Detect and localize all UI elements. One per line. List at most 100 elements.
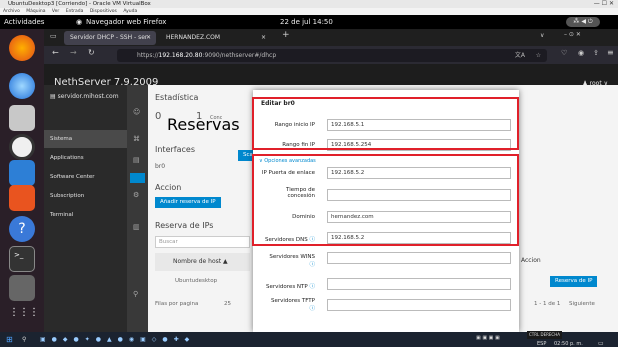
tab-hernandez[interactable]: HERNANDEZ.COM × (160, 31, 272, 45)
menu-ayuda[interactable]: Ayuda (123, 9, 137, 14)
add-reservation-button[interactable]: Añadir reserva de IP (155, 197, 221, 208)
host-selector[interactable]: ▤ servidor.mihost.com (44, 85, 127, 108)
drive-icon[interactable] (9, 275, 35, 301)
notifications-icon[interactable]: ▭ (598, 336, 604, 347)
tab-label: HERNANDEZ.COM (166, 34, 221, 41)
wins-label: Servidores WINS ⓘ (257, 254, 315, 268)
row-reservation-button[interactable]: Reserva de IP (550, 276, 598, 287)
network-icon[interactable]: ⌘ (133, 135, 140, 143)
sidebar-item-sistema[interactable]: Sistema (44, 130, 127, 148)
search-input[interactable]: Buscar (155, 236, 250, 248)
firefox-icon[interactable] (9, 35, 35, 61)
firefox-navbar: ← → ↻ https://192.168.20.80:9090/nethser… (44, 46, 618, 64)
ntp-label-text: Servidores NTP (266, 284, 308, 290)
search-icon[interactable]: ⚲ (22, 332, 26, 347)
system-clock[interactable]: 02:50 p. m. (554, 337, 583, 347)
users-icon[interactable]: ☺ (133, 108, 140, 116)
rows-per-page-select[interactable]: 25 (224, 301, 231, 307)
clock[interactable]: 22 de jul 14:50 (280, 15, 333, 29)
ntp-label: Servidores NTP ⓘ (257, 282, 315, 290)
host-taskbar: ⊞ ⚲ ▣●◆●✦●▲●◉▣◇●✚◆ ▣ ▣ ▣ ▣ CTRL DERECHA … (0, 331, 618, 347)
concesiones-label: Concesiones (210, 115, 222, 121)
translate-icon[interactable]: 文A (515, 49, 525, 62)
rows-per-page-label: Filas por pagina (155, 301, 199, 307)
language-indicator[interactable]: ESP (537, 337, 546, 347)
account-icon[interactable]: ◉ (578, 49, 584, 57)
storage-icon[interactable]: ▤ (133, 156, 140, 164)
wins-input[interactable] (327, 252, 511, 264)
windows-start-icon[interactable]: ⊞ (6, 332, 13, 347)
files-icon[interactable] (9, 105, 35, 131)
window-title: UbuntuDesktop3 [Corriendo] - Oracle VM V… (8, 1, 151, 7)
nethserver-sidebar: Sistema Applications Software Center Sub… (44, 108, 127, 332)
system-menu[interactable]: ⁂ ◀ ⏻ (566, 17, 600, 27)
menu-icon[interactable]: ≡ (607, 48, 614, 57)
sidebar-item-subscription[interactable]: Subscription (44, 187, 127, 205)
rhythmbox-icon[interactable] (9, 134, 35, 160)
terminal-icon[interactable]: >_ (9, 246, 35, 272)
column-header-accion: Accion (521, 257, 541, 264)
tab-servidor-dhcp[interactable]: Servidor DHCP - SSH - ser ✕ (64, 31, 156, 45)
bookmark-star-icon[interactable]: ☆ (536, 49, 541, 62)
firefox-app-icon: ◉ (76, 18, 83, 26)
settings-icon[interactable]: ⚙ (133, 191, 139, 199)
next-page-button[interactable]: Siguiente (569, 301, 595, 307)
concesiones-count: 1 (196, 111, 203, 122)
menu-ver[interactable]: Ver (52, 9, 59, 14)
column-header-hostname[interactable]: Nombre de host ▲ (155, 253, 250, 271)
window-controls[interactable]: — ☐ ✕ (594, 0, 614, 8)
search-icon[interactable]: ⚲ (133, 290, 138, 298)
share-icon[interactable]: ⇪ (593, 49, 599, 57)
info-icon[interactable]: ⓘ (309, 306, 315, 312)
shell-icon[interactable]: ▥ (133, 223, 140, 231)
dhcp-icon[interactable] (130, 173, 145, 183)
info-icon[interactable]: ⓘ (309, 262, 315, 268)
interface-br0: br0 (155, 163, 166, 170)
url-bar[interactable]: https://192.168.20.80:9090/nethserver#/d… (117, 49, 547, 62)
url-host: 192.168.20.80 (158, 52, 203, 59)
url-path: :9090/nethserver#/dhcp (202, 52, 277, 59)
highlight-advanced-box (252, 154, 519, 246)
info-icon[interactable]: ⓘ (309, 284, 315, 290)
sidebar-item-software-center[interactable]: Software Center (44, 168, 127, 186)
wins-label-text: Servidores WINS (269, 254, 315, 260)
chevron-down-icon[interactable]: ∨ (540, 32, 544, 39)
help-icon[interactable]: ? (9, 216, 35, 242)
menu-maquina[interactable]: Máquina (26, 9, 45, 14)
tftp-label-text: Servidores TFTP (270, 298, 315, 304)
pinned-apps[interactable]: ▣●◆●✦●▲●◉▣◇●✚◆ (40, 332, 195, 347)
forward-icon[interactable]: → (70, 48, 77, 57)
new-tab-button[interactable]: + (282, 30, 290, 40)
libreoffice-writer-icon[interactable] (9, 160, 35, 186)
menu-entrada[interactable]: Entrada (66, 9, 84, 14)
thunderbird-icon[interactable] (9, 73, 35, 99)
close-icon[interactable]: ✕ (146, 31, 151, 45)
tab-overview-icon[interactable]: ▭ (50, 32, 57, 40)
reservas-count: 0 (155, 111, 162, 122)
row-hostname: Ubuntudesktop (175, 278, 218, 284)
tab-label: Servidor DHCP - SSH - ser (70, 34, 148, 41)
menu-archivo[interactable]: Archivo (3, 9, 20, 14)
tftp-input[interactable] (327, 299, 511, 311)
software-center-icon[interactable] (9, 185, 35, 211)
section-estadistica: Estadística (155, 93, 199, 102)
app-menu[interactable]: Navegador web Firefox (86, 15, 166, 29)
close-icon[interactable]: × (261, 31, 266, 45)
sidebar-item-terminal[interactable]: Terminal (44, 206, 127, 224)
reload-icon[interactable]: ↻ (88, 48, 95, 57)
host-tray-icons[interactable]: ▣ ▣ ▣ ▣ (476, 331, 500, 346)
sidebar-item-applications[interactable]: Applications (44, 149, 127, 167)
firefox-tabbar: ▭ Servidor DHCP - SSH - ser ✕ HERNANDEZ.C… (44, 29, 618, 46)
menu-dispositivos[interactable]: Dispositivos (90, 9, 117, 14)
gnome-topbar: Actividades ◉ Navegador web Firefox 22 d… (0, 15, 618, 29)
show-apps-icon[interactable]: ⋮⋮⋮ (9, 300, 39, 326)
screen: UbuntuDesktop3 [Corriendo] - Oracle VM V… (0, 0, 618, 347)
back-icon[interactable]: ← (52, 48, 59, 57)
pocket-icon[interactable]: ♡ (561, 49, 567, 57)
ntp-input[interactable] (327, 278, 511, 290)
firefox-window-controls[interactable]: – ⊙ ✕ (564, 31, 581, 38)
virtualbox-menubar: Archivo Máquina Ver Entrada Dispositivos… (0, 8, 618, 15)
highlight-range-box (252, 97, 519, 150)
activities-button[interactable]: Actividades (4, 15, 44, 29)
section-reservas: Reserva de IPs (155, 221, 214, 230)
